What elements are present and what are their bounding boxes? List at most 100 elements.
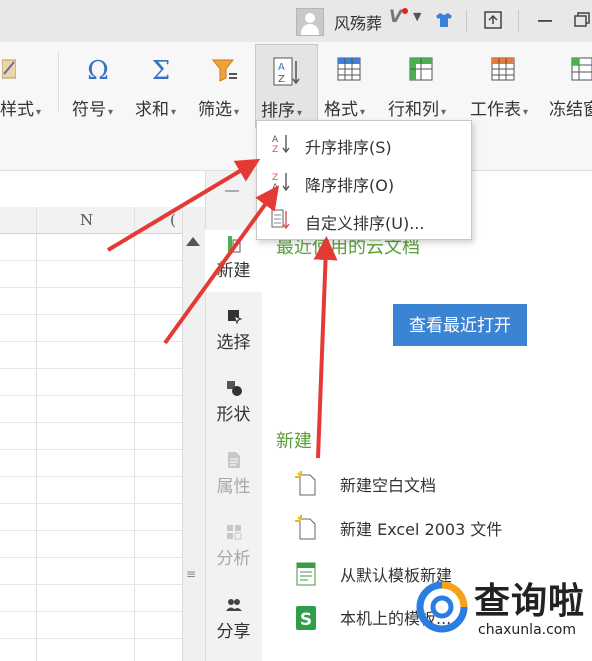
chevron-down-icon: ▾ bbox=[171, 107, 177, 118]
svg-text:Z: Z bbox=[272, 145, 278, 153]
maximize-icon[interactable] bbox=[572, 10, 592, 30]
new-item-label: 新建 Excel 2003 文件 bbox=[340, 520, 503, 539]
side-nav-new[interactable]: 新建 bbox=[205, 235, 262, 281]
sigma-sum-icon: Σ bbox=[152, 56, 170, 84]
ribbon-label-filter: 筛选 bbox=[198, 100, 232, 120]
scrollbar-grip-icon[interactable]: ≡ bbox=[186, 567, 196, 581]
new-excel-doc-icon bbox=[295, 515, 316, 540]
side-nav-share[interactable]: 分享 bbox=[205, 596, 262, 642]
svg-text:A: A bbox=[272, 135, 279, 145]
side-nav-select[interactable]: 选择 bbox=[205, 307, 262, 353]
side-nav-analysis[interactable]: 分析 bbox=[205, 523, 262, 569]
side-nav-properties[interactable]: 属性 bbox=[205, 451, 262, 497]
grid-line bbox=[0, 584, 182, 585]
ribbon-button-format[interactable]: 格式 ▾ bbox=[322, 44, 378, 126]
ribbon-button-filter[interactable]: 筛选 ▾ bbox=[196, 44, 252, 126]
svg-text:Σ: Σ bbox=[152, 56, 170, 84]
side-nav-label: 分享 bbox=[216, 622, 251, 642]
ribbon-button-worksheet[interactable]: 工作表 ▾ bbox=[468, 44, 540, 126]
freeze-panes-icon bbox=[571, 57, 592, 81]
ribbon-button-freeze[interactable]: 冻结窗 bbox=[548, 44, 592, 126]
vip-icon[interactable]: V bbox=[389, 7, 402, 27]
template-doc-icon bbox=[296, 562, 316, 586]
ribbon-button-rows-columns[interactable]: 行和列 ▾ bbox=[386, 44, 458, 126]
ribbon-label-sum: 求和 bbox=[135, 100, 169, 120]
new-excel-2003-item[interactable]: 新建 Excel 2003 文件 bbox=[294, 511, 554, 545]
minimize-icon[interactable] bbox=[536, 10, 554, 30]
ribbon-button-sort[interactable]: A Z 排序 ▾ bbox=[255, 44, 318, 128]
view-recent-button[interactable]: 查看最近打开 bbox=[393, 304, 527, 346]
grid-line bbox=[0, 260, 182, 261]
chevron-down-icon: ▾ bbox=[234, 107, 240, 118]
grid-line bbox=[0, 638, 182, 639]
ribbon-label-sort: 排序 bbox=[261, 101, 295, 121]
new-blank-doc-item[interactable]: 新建空白文档 bbox=[294, 467, 514, 501]
ribbon-label-style: 样式 bbox=[0, 100, 34, 120]
grid-line bbox=[0, 422, 182, 423]
watermark-url: chaxunla.com bbox=[478, 622, 576, 638]
grid-line bbox=[0, 314, 182, 315]
menu-item-label: 自定义排序(U)... bbox=[305, 214, 425, 233]
spreadsheet-grid[interactable] bbox=[0, 171, 182, 661]
local-template-icon: S bbox=[296, 606, 316, 630]
grid-line bbox=[0, 611, 182, 612]
user-avatar-icon[interactable] bbox=[296, 8, 324, 36]
grid-line bbox=[0, 476, 182, 477]
funnel-filter-icon bbox=[211, 59, 237, 82]
grid-line bbox=[0, 530, 182, 531]
side-nav-label: 形状 bbox=[216, 405, 251, 425]
vertical-scrollbar[interactable] bbox=[182, 207, 206, 661]
restore-window-icon[interactable] bbox=[483, 10, 503, 30]
username[interactable]: 风殇葬 bbox=[334, 10, 382, 34]
menu-item-custom-sort[interactable]: 自定义排序(U)... bbox=[257, 201, 471, 237]
grid-line bbox=[134, 207, 135, 661]
grid-line bbox=[0, 287, 182, 288]
ribbon-label-worksheet: 工作表 bbox=[470, 100, 521, 120]
sort-descending-icon: Z A bbox=[272, 173, 290, 191]
grid-line bbox=[0, 395, 182, 396]
ribbon-button-sum[interactable]: Σ 求和 ▾ bbox=[133, 44, 189, 126]
select-cursor-icon bbox=[227, 310, 242, 325]
ribbon-button-style[interactable]: 样式 ▾ bbox=[0, 44, 50, 126]
watermark-title: 查询啦 bbox=[474, 581, 586, 622]
skin-shirt-icon[interactable] bbox=[434, 10, 454, 30]
side-nav-label: 新建 bbox=[216, 261, 251, 281]
ribbon-divider bbox=[58, 52, 59, 112]
dropdown-caret-icon[interactable]: ▼ bbox=[413, 10, 421, 23]
ribbon-label-format: 格式 bbox=[324, 100, 358, 120]
side-nav-label: 选择 bbox=[216, 333, 251, 353]
chevron-down-icon: ▾ bbox=[108, 107, 114, 118]
titlebar-divider bbox=[518, 10, 519, 32]
scroll-up-arrow-icon[interactable] bbox=[186, 237, 200, 246]
svg-text:Z: Z bbox=[278, 74, 285, 85]
svg-text:A: A bbox=[272, 183, 279, 191]
svg-text:S: S bbox=[300, 610, 312, 630]
chevron-down-icon: ▾ bbox=[441, 107, 447, 118]
collapse-panel-icon[interactable] bbox=[225, 190, 239, 192]
svg-text:Ω: Ω bbox=[87, 56, 109, 84]
titlebar-divider bbox=[466, 10, 467, 32]
grid-line bbox=[0, 449, 182, 450]
watermark-logo-icon bbox=[416, 581, 468, 633]
menu-item-sort-ascending[interactable]: A Z 升序排序(S) bbox=[257, 125, 471, 161]
worksheet-icon bbox=[491, 57, 515, 81]
custom-sort-icon bbox=[271, 209, 290, 229]
menu-item-label: 降序排序(O) bbox=[305, 176, 395, 195]
column-header-n[interactable]: N bbox=[80, 211, 93, 229]
new-section-title: 新建 bbox=[276, 431, 312, 452]
svg-text:A: A bbox=[278, 62, 285, 73]
svg-text:Z: Z bbox=[272, 173, 278, 183]
grid-line bbox=[36, 207, 37, 661]
rows-columns-icon bbox=[409, 57, 433, 81]
analysis-icon bbox=[226, 525, 241, 540]
side-nav-shapes[interactable]: 形状 bbox=[205, 379, 262, 425]
chevron-down-icon: ▾ bbox=[36, 107, 42, 118]
formula-bar[interactable] bbox=[0, 171, 205, 208]
format-grid-icon bbox=[337, 57, 361, 81]
ribbon-button-symbol[interactable]: Ω 符号 ▾ bbox=[70, 44, 126, 126]
side-nav-label: 属性 bbox=[216, 477, 251, 497]
chevron-down-icon: ▾ bbox=[523, 107, 529, 118]
column-header-next[interactable]: ( bbox=[170, 211, 176, 229]
sort-az-icon: A Z bbox=[273, 57, 300, 86]
menu-item-sort-descending[interactable]: Z A 降序排序(O) bbox=[257, 163, 471, 199]
